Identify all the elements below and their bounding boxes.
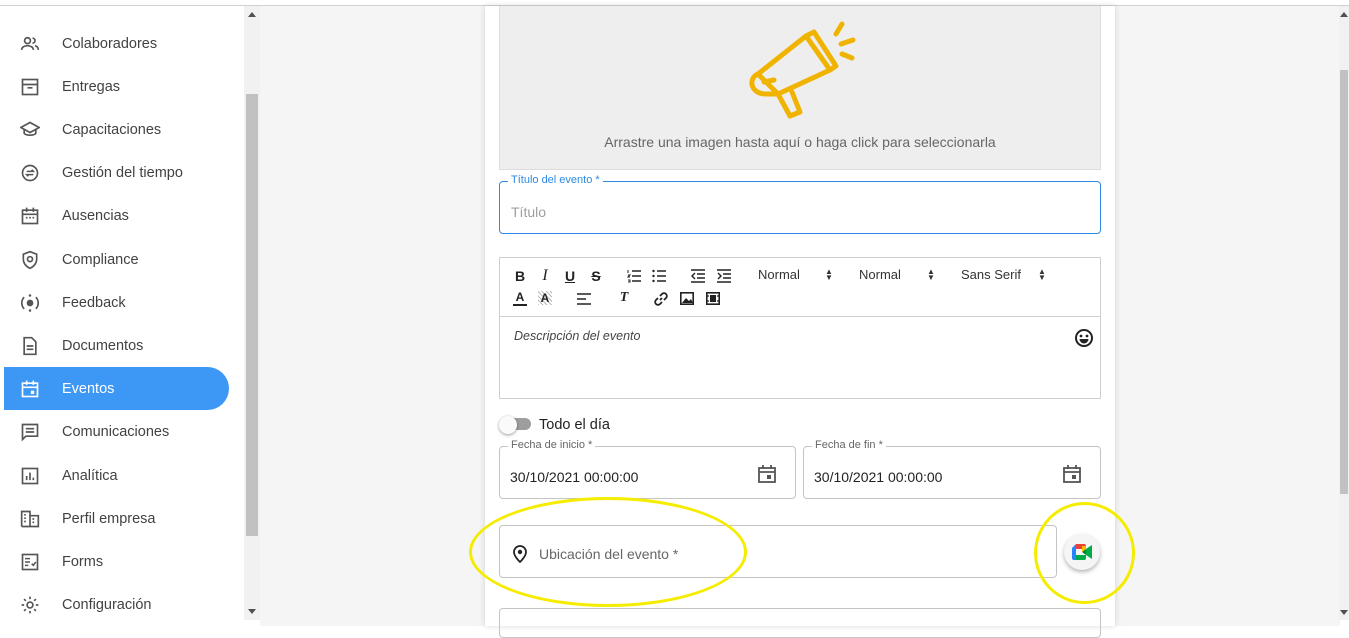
scrollbar-thumb[interactable] bbox=[246, 94, 258, 536]
end-date-value: 30/10/2021 00:00:00 bbox=[814, 469, 943, 485]
sidebar-item-eventos[interactable]: Eventos bbox=[4, 367, 229, 410]
editor-toolbar: B I U S Normal ▲ ▼ Normal ▲ ▼ Sans Serif ▲ ▼ A… bbox=[500, 258, 1100, 317]
next-field[interactable] bbox=[499, 608, 1101, 638]
font-select-value: Sans Serif bbox=[961, 267, 1021, 282]
highlight-circle-meet bbox=[1034, 502, 1135, 604]
background-color-button[interactable]: A bbox=[538, 291, 552, 305]
sidebar-item-compliance[interactable]: Compliance bbox=[4, 238, 229, 281]
archive-icon bbox=[20, 77, 40, 97]
strike-button[interactable]: S bbox=[589, 268, 603, 284]
video-icon[interactable] bbox=[706, 292, 720, 305]
sidebar-item-label: Feedback bbox=[62, 294, 126, 311]
sidebar-item-perfil-empresa[interactable]: Perfil empresa bbox=[4, 497, 229, 540]
people-icon bbox=[20, 34, 40, 54]
sidebar-item-forms[interactable]: Forms bbox=[4, 540, 229, 583]
description-placeholder[interactable]: Descripción del evento bbox=[514, 329, 640, 343]
shield-icon bbox=[20, 250, 40, 270]
calendar-icon[interactable] bbox=[757, 464, 777, 484]
scroll-down-arrow[interactable] bbox=[248, 609, 256, 614]
sidebar: Colaboradores Entregas Capacitaciones Ge… bbox=[0, 6, 244, 626]
emoji-icon[interactable] bbox=[1074, 328, 1094, 348]
sidebar-item-documentos[interactable]: Documentos bbox=[4, 324, 229, 367]
sidebar-item-feedback[interactable]: Feedback bbox=[4, 281, 229, 324]
sidebar-item-label: Ausencias bbox=[62, 207, 129, 224]
event-title-placeholder: Título bbox=[511, 204, 547, 220]
link-icon[interactable] bbox=[654, 292, 668, 306]
header-select[interactable]: Normal ▲ ▼ bbox=[758, 267, 838, 282]
feedback-icon bbox=[20, 293, 40, 313]
scroll-up-arrow[interactable] bbox=[248, 12, 256, 17]
building-icon bbox=[20, 509, 40, 529]
size-select[interactable]: Normal ▲ ▼ bbox=[859, 267, 939, 282]
start-date-value: 30/10/2021 00:00:00 bbox=[510, 469, 639, 485]
bold-button[interactable]: B bbox=[513, 268, 527, 284]
header-select-value: Normal bbox=[758, 267, 800, 282]
size-select-value: Normal bbox=[859, 267, 901, 282]
sidebar-item-label: Gestión del tiempo bbox=[62, 164, 183, 181]
sidebar-scrollbar[interactable] bbox=[244, 6, 260, 620]
scroll-down-arrow[interactable] bbox=[1340, 610, 1348, 615]
text-color-button[interactable]: A bbox=[513, 290, 527, 306]
highlight-circle-location bbox=[469, 497, 747, 607]
gear-icon bbox=[20, 595, 40, 615]
select-carets-icon: ▲ ▼ bbox=[927, 267, 935, 282]
end-date-label: Fecha de fin * bbox=[812, 439, 886, 451]
event-title-label: Título del evento * bbox=[508, 174, 603, 186]
sidebar-item-ausencias[interactable]: Ausencias bbox=[4, 194, 229, 237]
sidebar-item-label: Analítica bbox=[62, 467, 118, 484]
font-select[interactable]: Sans Serif ▲ ▼ bbox=[961, 267, 1051, 282]
sidebar-item-configuracion[interactable]: Configuración bbox=[4, 583, 229, 626]
chat-icon bbox=[20, 422, 40, 442]
calendar-icon bbox=[20, 206, 40, 226]
sidebar-item-label: Documentos bbox=[62, 337, 144, 354]
all-day-label: Todo el día bbox=[539, 417, 610, 433]
event-title-field[interactable]: Título del evento * Título bbox=[499, 174, 1101, 234]
image-dropzone[interactable]: Arrastre una imagen hasta aquí o haga cl… bbox=[499, 6, 1101, 170]
sidebar-item-capacitaciones[interactable]: Capacitaciones bbox=[4, 108, 229, 151]
indent-icon[interactable] bbox=[717, 269, 731, 283]
analytics-icon bbox=[20, 466, 40, 486]
sidebar-item-colaboradores[interactable]: Colaboradores bbox=[4, 22, 229, 65]
megaphone-icon bbox=[749, 21, 856, 119]
scroll-up-arrow[interactable] bbox=[1340, 12, 1348, 17]
start-date-field[interactable]: Fecha de inicio * 30/10/2021 00:00:00 bbox=[499, 439, 796, 499]
select-carets-icon: ▲ ▼ bbox=[1038, 267, 1046, 282]
sidebar-item-comunicaciones[interactable]: Comunicaciones bbox=[4, 410, 229, 453]
all-day-toggle[interactable] bbox=[499, 416, 533, 434]
event-icon bbox=[20, 379, 40, 399]
toggle-knob bbox=[499, 416, 517, 434]
form-icon bbox=[20, 552, 40, 572]
sidebar-item-label: Compliance bbox=[62, 251, 139, 268]
page-scrollbar[interactable] bbox=[1339, 6, 1349, 620]
start-date-label: Fecha de inicio * bbox=[508, 439, 596, 451]
dropzone-text: Arrastre una imagen hasta aquí o haga cl… bbox=[604, 134, 996, 150]
school-icon bbox=[20, 120, 40, 140]
sidebar-item-label: Colaboradores bbox=[62, 35, 158, 52]
clean-format-button[interactable]: T bbox=[616, 290, 632, 306]
select-carets-icon: ▲ ▼ bbox=[825, 267, 833, 282]
sidebar-item-label: Forms bbox=[62, 553, 104, 570]
align-icon[interactable] bbox=[577, 293, 591, 305]
ordered-list-icon[interactable] bbox=[627, 269, 641, 283]
sidebar-item-label: Perfil empresa bbox=[62, 510, 156, 527]
description-editor: B I U S Normal ▲ ▼ Normal ▲ ▼ Sans Serif ▲ ▼ A… bbox=[499, 257, 1101, 399]
sidebar-item-entregas[interactable]: Entregas bbox=[4, 65, 229, 108]
outdent-icon[interactable] bbox=[691, 269, 705, 283]
sidebar-item-label: Capacitaciones bbox=[62, 121, 162, 138]
sidebar-item-label: Eventos bbox=[62, 380, 115, 397]
time-exchange-icon bbox=[20, 163, 40, 183]
sidebar-item-label: Configuración bbox=[62, 596, 152, 613]
image-icon[interactable] bbox=[680, 292, 694, 305]
sidebar-item-label: Comunicaciones bbox=[62, 423, 170, 440]
italic-button[interactable]: I bbox=[538, 267, 552, 284]
underline-button[interactable]: U bbox=[563, 268, 577, 284]
sidebar-item-gestion-tiempo[interactable]: Gestión del tiempo bbox=[4, 151, 229, 194]
end-date-field[interactable]: Fecha de fin * 30/10/2021 00:00:00 bbox=[803, 439, 1101, 499]
sidebar-item-label: Entregas bbox=[62, 78, 121, 95]
sidebar-item-analitica[interactable]: Analítica bbox=[4, 454, 229, 497]
document-icon bbox=[20, 336, 40, 356]
bullet-list-icon[interactable] bbox=[652, 269, 666, 283]
scrollbar-thumb[interactable] bbox=[1340, 70, 1348, 494]
calendar-icon[interactable] bbox=[1062, 464, 1082, 484]
